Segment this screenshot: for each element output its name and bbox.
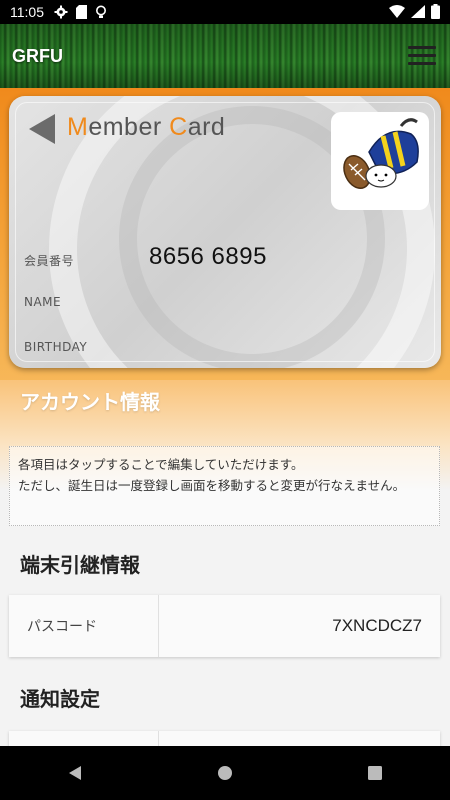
nav-recents-icon[interactable] — [345, 753, 405, 793]
gear-icon — [54, 5, 68, 19]
grass-background — [0, 24, 450, 88]
passcode-label: パスコード — [9, 595, 159, 657]
member-card: Member Card 会員番号 8656 6895 NAME BIRTHDAY — [9, 96, 441, 368]
battery-icon — [431, 4, 440, 19]
card-title-m: M — [67, 113, 89, 141]
card-title-part2: ard — [187, 113, 226, 141]
nav-home-icon[interactable] — [195, 753, 255, 793]
card-title-c: C — [169, 113, 188, 141]
status-bar: 11:05 — [0, 0, 450, 24]
card-title: Member Card — [67, 113, 225, 142]
birthday-label[interactable]: BIRTHDAY — [24, 340, 87, 354]
notice-line-1: 各項目はタップすることで編集していただけます。 — [18, 457, 304, 472]
device-transfer-title: 端末引継情報 — [20, 553, 140, 577]
wifi-icon — [389, 5, 405, 18]
back-arrow-icon[interactable] — [29, 114, 55, 144]
rugby-mascot-logo — [331, 112, 429, 210]
notification-settings-title: 通知設定 — [20, 687, 100, 711]
nav-back-icon[interactable] — [45, 753, 105, 793]
android-nav-bar — [0, 746, 450, 800]
edit-notice: 各項目はタップすることで編集していただけます。 ただし、誕生日は一度登録し画面を… — [9, 446, 440, 526]
hamburger-menu-icon[interactable] — [408, 46, 436, 68]
name-label[interactable]: NAME — [24, 295, 61, 309]
app-title: GRFU — [12, 46, 63, 66]
mascot-illustration-icon — [343, 118, 419, 189]
passcode-row[interactable]: パスコード 7XNCDCZ7 — [9, 595, 440, 657]
status-time: 11:05 — [10, 4, 44, 20]
signal-icon — [411, 5, 425, 18]
member-number-label: 会員番号 — [24, 254, 75, 268]
member-number-value: 8656 6895 — [149, 243, 267, 270]
card-title-part1: ember — [88, 113, 170, 141]
passcode-value: 7XNCDCZ7 — [332, 616, 422, 635]
sd-card-icon — [76, 5, 87, 19]
lightbulb-icon — [96, 5, 106, 18]
app-bar: GRFU — [0, 24, 450, 88]
account-info-title: アカウント情報 — [20, 390, 160, 414]
notice-line-2: ただし、誕生日は一度登録し画面を移動すると変更が行なえません。 — [18, 478, 406, 493]
